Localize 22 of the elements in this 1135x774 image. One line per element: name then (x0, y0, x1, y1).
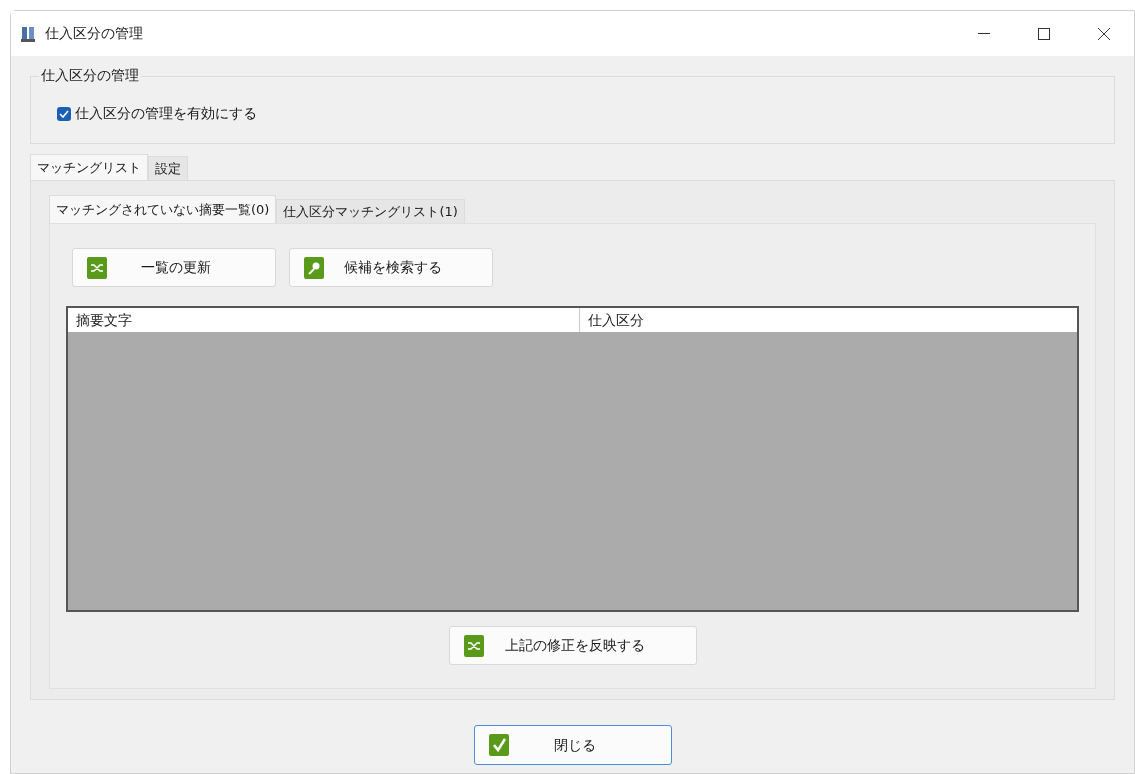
toolbar-button[interactable]: 一覧の更新 (72, 248, 276, 287)
maximize-icon (1038, 27, 1050, 40)
toolbar-button[interactable]: 候補を検索する (289, 248, 493, 287)
close-icon (1098, 27, 1110, 40)
close-button[interactable]: 閉じる (473, 725, 672, 765)
group-title: 仕入区分の管理 (39, 65, 141, 86)
checkbox[interactable] (57, 106, 71, 121)
minimize-icon (978, 32, 990, 35)
tab[interactable]: 設定 (148, 156, 188, 180)
column-header: 仕入区分 (587, 310, 645, 330)
window-title: 仕入区分の管理 (45, 24, 143, 43)
shuffle-icon (463, 634, 484, 657)
shuffle-icon (87, 256, 107, 279)
checkbox-label: 仕入区分の管理を有効にする (75, 104, 257, 123)
column-header: 摘要文字 (68, 308, 580, 332)
tab[interactable]: 仕入区分マッチングリスト(1) (276, 199, 465, 223)
tab[interactable]: マッチングされていない摘要一覧(0) (49, 195, 277, 223)
app-icon (21, 24, 37, 43)
tab[interactable]: マッチングリスト (30, 154, 148, 180)
apply-button[interactable]: 上記の修正を反映する (448, 626, 697, 665)
search-icon (304, 256, 324, 279)
check-icon (488, 734, 509, 756)
